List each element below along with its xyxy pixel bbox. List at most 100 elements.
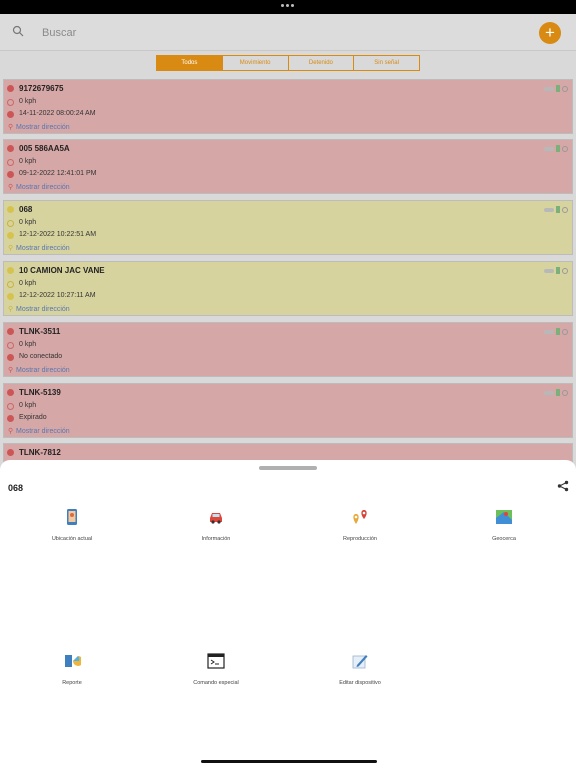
device-time: 09-12-2022 12:41:01 PM — [19, 170, 97, 177]
device-name: 9172679675 — [19, 84, 64, 93]
sheet-drag-handle[interactable] — [259, 466, 317, 470]
key-icon — [544, 329, 554, 334]
show-address-link[interactable]: Mostrar dirección — [16, 184, 70, 191]
battery-icon — [556, 328, 560, 335]
filter-tabs: Todos Movimiento Detenido Sin señal — [156, 55, 420, 71]
battery-icon — [556, 206, 560, 213]
device-speed: 0 kph — [19, 280, 37, 287]
key-icon — [544, 268, 554, 273]
action-report[interactable]: Reporte — [22, 652, 122, 686]
device-card[interactable]: 10 CAMION JAC VANE 0 kph 12-12-2022 10:2… — [3, 261, 573, 316]
show-address-link[interactable]: Mostrar dirección — [16, 428, 70, 435]
clock-icon — [7, 111, 14, 118]
clock-icon — [7, 293, 14, 300]
device-status-icons — [544, 206, 568, 213]
device-time: 12-12-2022 10:22:51 AM — [19, 231, 97, 238]
device-name: TLNK-5139 — [19, 388, 61, 397]
signal-icon — [562, 267, 568, 274]
location-pin-icon: ⚲ — [8, 367, 14, 374]
status-dot-icon — [7, 267, 14, 274]
location-pin-icon: ⚲ — [8, 184, 14, 191]
device-card[interactable]: 9172679675 0 kph 14-11-2022 08:00:24 AM … — [3, 79, 573, 134]
signal-icon — [562, 389, 568, 396]
search-input[interactable] — [40, 22, 484, 44]
action-geofence[interactable]: Geocerca — [454, 508, 554, 542]
more-dots-icon[interactable] — [281, 4, 295, 8]
device-name: TLNK-3511 — [19, 327, 61, 336]
speed-icon — [7, 159, 14, 166]
speed-icon — [7, 220, 14, 227]
action-edit-device[interactable]: Editar dispositivo — [310, 652, 410, 686]
location-pin-icon: ⚲ — [8, 428, 14, 435]
signal-icon — [562, 206, 568, 213]
status-dot-icon — [7, 206, 14, 213]
status-dot-icon — [7, 85, 14, 92]
tab-no-signal[interactable]: Sin señal — [354, 56, 419, 70]
show-address-link[interactable]: Mostrar dirección — [16, 124, 70, 131]
show-address-link[interactable]: Mostrar dirección — [16, 245, 70, 252]
show-address-link[interactable]: Mostrar dirección — [16, 367, 70, 374]
clock-icon — [7, 354, 14, 361]
device-status-icons — [544, 389, 568, 396]
tab-all[interactable]: Todos — [157, 56, 223, 70]
battery-icon — [556, 267, 560, 274]
share-icon[interactable] — [557, 480, 569, 492]
device-card[interactable]: 068 0 kph 12-12-2022 10:22:51 AM ⚲ Mostr… — [3, 200, 573, 255]
device-speed: 0 kph — [19, 158, 37, 165]
device-card[interactable]: TLNK-5139 0 kph Expirado ⚲ Mostrar direc… — [3, 383, 573, 438]
location-pin-icon: ⚲ — [8, 245, 14, 252]
location-pin-icon: ⚲ — [8, 306, 14, 313]
show-address-link[interactable]: Mostrar dirección — [16, 306, 70, 313]
key-icon — [544, 86, 554, 91]
search-bar: + — [0, 14, 576, 51]
device-speed: 0 kph — [19, 98, 37, 105]
action-playback[interactable]: Reproducción — [310, 508, 410, 542]
status-dot-icon — [7, 449, 14, 456]
action-label: Reporte — [62, 680, 82, 686]
device-name: 068 — [19, 205, 33, 214]
battery-icon — [556, 389, 560, 396]
speed-icon — [7, 99, 14, 106]
phone-location-icon — [67, 509, 77, 525]
device-status-icons — [544, 145, 568, 152]
action-information[interactable]: Información — [166, 508, 266, 542]
battery-icon — [556, 145, 560, 152]
device-time: 12-12-2022 10:27:11 AM — [19, 292, 96, 299]
device-action-sheet: 068 Ubicación actual Información Reprodu… — [0, 460, 576, 768]
action-label: Ubicación actual — [51, 536, 93, 542]
key-icon — [544, 207, 554, 212]
signal-icon — [562, 328, 568, 335]
clock-icon — [7, 232, 14, 239]
device-name: 10 CAMION JAC VANE — [19, 266, 105, 275]
device-time: No conectado — [19, 353, 63, 360]
key-icon — [544, 146, 554, 151]
action-label: Reproducción — [343, 536, 377, 542]
action-label: Comando especial — [193, 680, 239, 686]
signal-icon — [562, 145, 568, 152]
device-time: 14-11-2022 08:00:24 AM — [19, 110, 96, 117]
home-indicator — [201, 760, 377, 763]
battery-icon — [556, 85, 560, 92]
tab-stopped[interactable]: Detenido — [289, 56, 355, 70]
tab-moving[interactable]: Movimiento — [223, 56, 289, 70]
add-device-button[interactable]: + — [539, 22, 561, 44]
status-dot-icon — [7, 145, 14, 152]
device-speed: 0 kph — [19, 219, 37, 226]
device-status-icons — [544, 85, 568, 92]
clock-icon — [7, 415, 14, 422]
action-special-command[interactable]: Comando especial — [166, 652, 266, 686]
action-current-location[interactable]: Ubicación actual — [22, 508, 122, 542]
terminal-icon — [207, 653, 225, 669]
action-label: Información — [201, 536, 231, 542]
device-time: Expirado — [19, 414, 47, 421]
search-icon — [12, 25, 24, 37]
location-pin-icon: ⚲ — [8, 124, 14, 131]
route-pins-icon — [353, 510, 367, 524]
device-speed: 0 kph — [19, 341, 37, 348]
signal-icon — [562, 85, 568, 92]
device-status-icons — [544, 328, 568, 335]
map-icon — [496, 510, 512, 524]
device-card[interactable]: 005 586AA5A 0 kph 09-12-2022 12:41:01 PM… — [3, 139, 573, 194]
sheet-device-title: 068 — [8, 483, 24, 493]
device-card[interactable]: TLNK-3511 0 kph No conectado ⚲ Mostrar d… — [3, 322, 573, 377]
